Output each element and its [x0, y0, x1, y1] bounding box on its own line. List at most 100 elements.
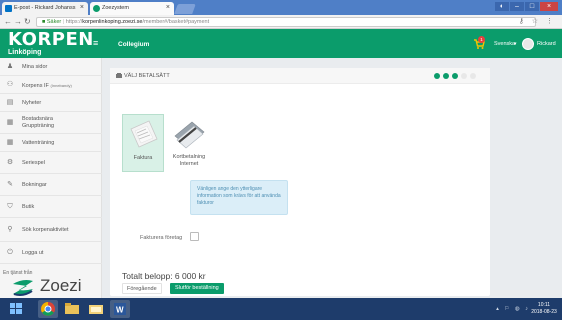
sidebar-item-sub: (Innebandy) [50, 83, 72, 88]
taskbar-folder[interactable] [86, 300, 106, 318]
word-icon: W [114, 303, 126, 315]
sidebar-item-label: Bokningar [22, 182, 47, 188]
maximize-icon[interactable]: □ [525, 2, 539, 11]
system-tray[interactable]: ▴ ⚐ ◍ ♪ [496, 306, 530, 312]
chrome-icon [41, 302, 55, 316]
step-indicator [434, 73, 476, 79]
sidebar-item-seriespel[interactable]: ⚙ Seriespel [0, 152, 102, 174]
language-select[interactable]: Svenska [494, 41, 515, 47]
basket-icon [116, 73, 122, 78]
browser-tab-bar: E-post - Rickard Johanss × Zoezystem × ◐… [0, 0, 562, 15]
minimize-icon[interactable]: – [510, 2, 524, 11]
credit-card-icon [174, 121, 205, 149]
address-bar: ← → ↻ ■ Säker | https://korpenlinkoping.… [0, 15, 562, 29]
clock-date: 2018-08-23 [531, 309, 557, 315]
tab-title: E-post - Rickard Johanss [14, 5, 76, 11]
sidebar-item-label: Vattenträning [22, 140, 55, 146]
sidebar-item-label: Sök korpenaktivitet [22, 227, 69, 233]
sidebar-item-label: Logga ut [22, 250, 44, 256]
zoezi-brand[interactable]: Zoezi [40, 276, 82, 296]
pen-icon: ✎ [7, 181, 13, 188]
new-tab-button[interactable] [174, 4, 196, 14]
zoezi-favicon-icon [93, 5, 100, 12]
company-invoice-checkbox[interactable] [190, 232, 199, 241]
sidebar-item-butik[interactable]: ⛉ Butik [0, 196, 102, 218]
sidebar-item-bokningar[interactable]: ✎ Bokningar [0, 174, 102, 196]
search-icon: ⚲ [7, 226, 13, 233]
step-dot [443, 73, 449, 79]
step-dot [461, 73, 467, 79]
option-label: Kortbetalning Internet [172, 154, 206, 167]
sidebar-item-label: Seriespel [22, 160, 45, 166]
window-controls: ◐ – □ × [495, 2, 558, 11]
brand-prefix: En tjänst från [3, 270, 33, 276]
sidebar-item-gruppträning[interactable]: ▦ Bostadsnära Gruppträning [0, 112, 102, 134]
sidebar-item-korpens-if[interactable]: ⚇ Korpens IF (Innebandy) [0, 76, 102, 94]
payment-option-faktura[interactable]: Faktura [122, 114, 164, 172]
logo-subtitle: Linköping [8, 49, 42, 56]
close-tab-icon[interactable]: × [80, 4, 84, 11]
close-window-icon[interactable]: × [540, 2, 558, 11]
basket-icon: ⛉ [7, 203, 13, 210]
forward-icon[interactable]: → [14, 17, 22, 27]
tab-title: Zoezystem [102, 5, 129, 11]
gear-icon: ⚙ [6, 159, 14, 166]
news-icon: ▤ [6, 99, 14, 106]
user-name[interactable]: Rickard [537, 41, 556, 47]
card-header: Välj betalsätt [110, 68, 490, 84]
lock-icon: ■ [42, 19, 46, 25]
taskbar-word[interactable]: W [110, 300, 130, 318]
sidebar-item-label: Mina sidor [22, 64, 48, 70]
taskbar-clock[interactable]: 10:11 2018-08-23 [530, 302, 558, 316]
mail-favicon-icon [5, 5, 12, 12]
payment-option-kortbetalning[interactable]: Kortbetalning Internet [168, 114, 210, 172]
invoice-icon [130, 120, 158, 148]
card-title: Välj betalsätt [124, 73, 170, 79]
payment-card: Välj betalsätt Faktura [110, 68, 490, 296]
total-amount: Totalt belopp: 6 000 kr [122, 271, 206, 281]
windows-taskbar: W ▴ ⚐ ◍ ♪ 10:11 2018-08-23 [0, 298, 562, 320]
sidebar: ♟ Mina sidor ⚇ Korpens IF (Innebandy) ▤ … [0, 58, 102, 298]
url-path: /member#/basket#payment [142, 19, 210, 25]
sidebar-item-mina-sidor[interactable]: ♟ Mina sidor [0, 58, 102, 76]
sidebar-item-vattenträning[interactable]: ▦ Vattenträning [0, 134, 102, 152]
reload-icon[interactable]: ↻ [24, 17, 31, 27]
sidebar-item-label: Korpens IF (Innebandy) [22, 82, 72, 90]
browser-tab-mail[interactable]: E-post - Rickard Johanss × [2, 2, 88, 15]
url-host: korpenlinkoping.zoezi.se [82, 19, 143, 25]
url-input[interactable]: ■ Säker | https://korpenlinkoping.zoezi.… [36, 17, 536, 27]
svg-text:W: W [116, 306, 124, 315]
browser-tab-zoezystem[interactable]: Zoezystem × [90, 2, 174, 15]
start-button[interactable] [6, 300, 26, 318]
user-profile-icon[interactable]: ◐ [495, 2, 509, 11]
bookmark-star-icon[interactable]: ⚷ ☆ ⋮ [519, 17, 556, 25]
power-icon: ⏻ [7, 249, 13, 256]
sidebar-item-label: Butik [22, 204, 35, 210]
user-icon: ♟ [6, 63, 14, 70]
organisation-title: Collegium [118, 41, 150, 48]
step-dot [434, 73, 440, 79]
back-icon[interactable]: ← [4, 17, 12, 27]
sidebar-item-text: Korpens IF [22, 83, 51, 89]
windows-logo-icon [10, 303, 22, 314]
sidebar-item-sok[interactable]: ⚲ Sök korpenaktivitet [0, 218, 102, 242]
finish-order-button[interactable]: Slutför beställning [170, 283, 224, 294]
taskbar-chrome[interactable] [38, 300, 58, 318]
folder-icon [89, 305, 103, 314]
previous-button[interactable]: Föregående [122, 283, 162, 294]
url-scheme: https:// [65, 19, 83, 25]
main-content: Välj betalsätt Faktura [102, 58, 562, 298]
chevron-down-icon[interactable]: ▾ [514, 41, 517, 47]
sidebar-item-label: Bostadsnära Gruppträning [22, 116, 55, 129]
sidebar-item-logga-ut[interactable]: ⏻ Logga ut [0, 242, 102, 264]
korpen-logo[interactable]: KORPEN [8, 30, 94, 50]
sidebar-item-nyheter[interactable]: ▤ Nyheter [0, 94, 102, 112]
taskbar-explorer[interactable] [62, 300, 82, 318]
option-label: Faktura [133, 155, 153, 161]
step-dot [470, 73, 476, 79]
close-tab-icon[interactable]: × [166, 4, 170, 11]
invoice-info-alert: Vänligen ange den ytterligare informatio… [190, 180, 288, 215]
menu-icon[interactable]: ≡ [93, 39, 98, 48]
avatar[interactable] [522, 38, 534, 50]
file-explorer-icon [65, 303, 79, 314]
